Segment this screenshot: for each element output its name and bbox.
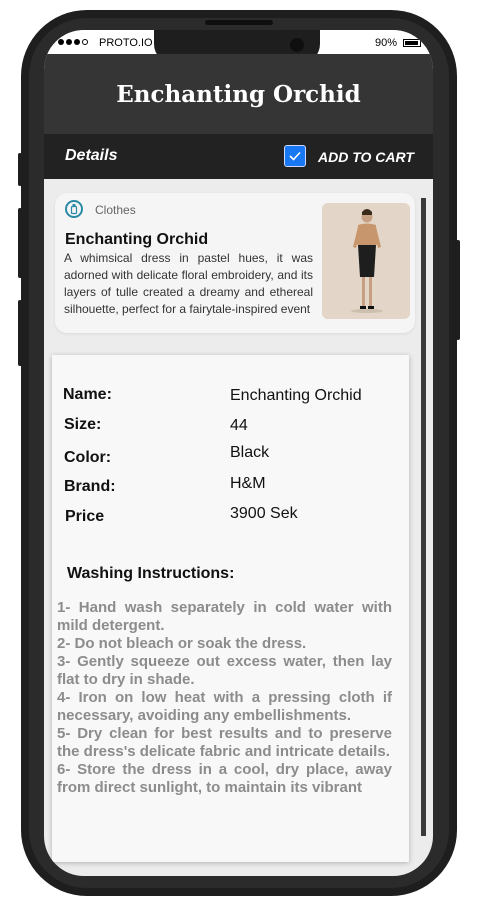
name-value: Enchanting Orchid (230, 387, 362, 404)
carrier-label: PROTO.IO (99, 37, 153, 49)
category-label: Clothes (95, 203, 136, 217)
mute-switch (18, 153, 22, 186)
app-screen: PROTO.IO 90% Enchanting Orchid Details A… (44, 30, 433, 876)
name-label: Name: (63, 386, 112, 403)
color-value: Black (230, 444, 270, 461)
check-icon (289, 151, 301, 161)
volume-up-button (18, 208, 22, 278)
battery-icon (403, 39, 421, 47)
size-value: 44 (230, 417, 248, 434)
add-to-cart-checkbox[interactable] (284, 145, 306, 167)
color-label: Color: (64, 449, 112, 466)
speaker-grille (205, 20, 273, 25)
scrollbar[interactable] (421, 198, 426, 836)
battery-percent: 90% (375, 37, 398, 49)
brand-value: H&M (230, 475, 266, 492)
price-value: 3900 Sek (230, 505, 298, 522)
product-image[interactable] (322, 203, 410, 319)
price-label: Price (65, 508, 105, 525)
details-panel: Name: Enchanting Orchid Size: 44 Color: … (52, 355, 409, 862)
product-description: A whimsical dress in pastel hues, it was… (64, 251, 313, 316)
header: Enchanting Orchid (44, 54, 433, 134)
product-card[interactable]: Clothes Enchanting Orchid A whimsical dr… (55, 193, 415, 333)
washing-title: Washing Instructions: (67, 565, 235, 582)
toolbar: Details ADD TO CART (44, 134, 433, 179)
camera-icon (290, 38, 304, 52)
bottle-icon (65, 200, 83, 218)
size-label: Size: (64, 416, 102, 433)
page-title: Enchanting Orchid (116, 81, 361, 108)
brand-label: Brand: (64, 478, 116, 495)
details-tab[interactable]: Details (65, 147, 117, 165)
add-to-cart-label[interactable]: ADD TO CART (318, 149, 414, 165)
power-button (456, 240, 460, 340)
washing-instructions: 1- Hand wash separately in cold water wi… (57, 599, 392, 796)
product-name: Enchanting Orchid (65, 231, 209, 248)
signal-icon (58, 39, 88, 45)
volume-down-button (18, 300, 22, 366)
